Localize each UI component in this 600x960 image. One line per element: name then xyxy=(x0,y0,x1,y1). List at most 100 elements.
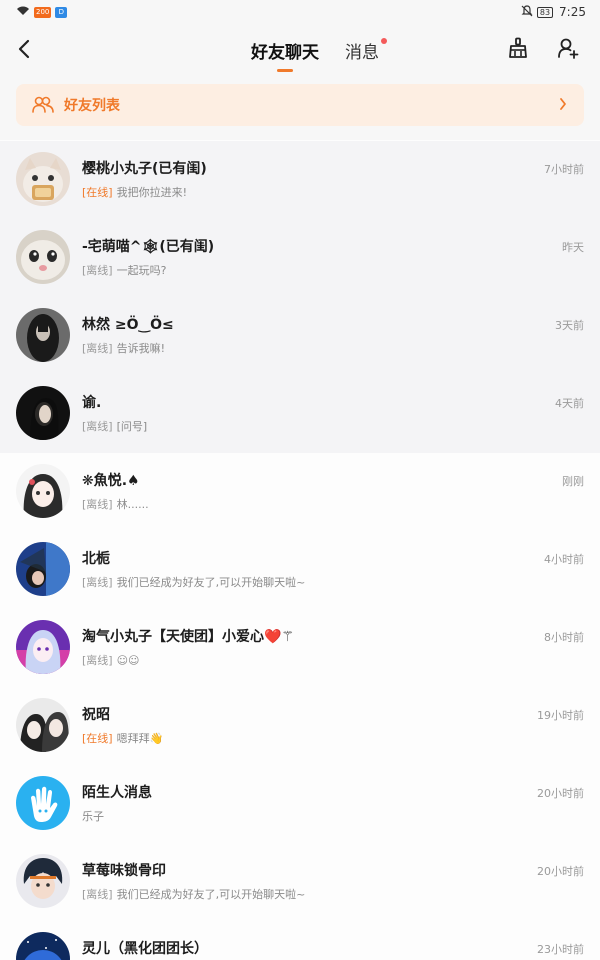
message-preview: 乐子 xyxy=(82,808,104,824)
message-text: 嗯拜拜👋 xyxy=(116,732,164,745)
message-time: 刚刚 xyxy=(562,475,584,488)
message-time: 昨天 xyxy=(562,241,584,254)
message-text: 我把你拉进来! xyxy=(116,186,188,199)
message-text: 一起玩吗? xyxy=(116,264,167,277)
message-time: 20小时前 xyxy=(537,865,584,878)
contact-name: 樱桃小丸子(已有闺) xyxy=(82,161,207,177)
app-badge: D xyxy=(55,6,68,18)
stranger-hand-avatar[interactable] xyxy=(16,776,70,830)
offline-status: [离线] xyxy=(82,342,113,355)
message-time: 19小时前 xyxy=(537,709,584,722)
contact-name: 草莓味锁骨印 xyxy=(82,863,166,879)
message-preview: [离线] 一起玩吗? xyxy=(82,262,166,278)
dark-hair-avatar[interactable] xyxy=(16,308,70,362)
battery-indicator: 83 xyxy=(536,6,554,18)
conversation-item[interactable]: 北栀 [离线] 我们已经成为好友了,可以开始聊天啦~ 4小时前 xyxy=(0,531,600,609)
contact-name: 北栀 xyxy=(82,551,110,567)
message-text: 林...... xyxy=(116,498,149,511)
message-text: [问号] xyxy=(116,420,148,433)
status-bar-right: 83 7:25 xyxy=(521,4,586,20)
friends-icon xyxy=(32,95,54,115)
online-status: [在线] xyxy=(82,186,113,199)
message-preview: [离线] 我们已经成为好友了,可以开始聊天啦~ xyxy=(82,886,305,902)
tab-label: 好友聊天 xyxy=(251,43,319,63)
contact-name: ❋魚悦.♠ xyxy=(82,473,140,489)
message-preview: [离线] 告诉我嘛! xyxy=(82,340,165,356)
message-time: 4天前 xyxy=(555,397,584,410)
message-text: 乐子 xyxy=(82,810,104,823)
status-bar: 200 D 83 7:25 xyxy=(0,0,600,24)
purple-anime-avatar[interactable] xyxy=(16,620,70,674)
message-text: 我们已经成为好友了,可以开始聊天啦~ xyxy=(116,576,306,589)
conversation-item[interactable]: 陌生人消息 乐子 20小时前 xyxy=(0,765,600,843)
conversation-item[interactable]: 灵儿（黑化团团长） 23小时前 xyxy=(0,921,600,960)
offline-status: [离线] xyxy=(82,420,113,433)
conversation-item[interactable]: -宅萌喵^🕸(已有闺) [离线] 一起玩吗? 昨天 xyxy=(0,219,600,297)
offline-status: [离线] xyxy=(82,498,113,511)
message-preview: [离线] 我们已经成为好友了,可以开始聊天啦~ xyxy=(82,574,305,590)
message-time: 23小时前 xyxy=(537,943,584,956)
active-tab-indicator xyxy=(277,69,293,72)
conversation-item[interactable]: ❋魚悦.♠ [离线] 林...... 刚刚 xyxy=(0,453,600,531)
conversation-item[interactable]: 樱桃小丸子(已有闺) [在线] 我把你拉进来! 7小时前 xyxy=(0,141,600,219)
contact-name: 谕. xyxy=(82,395,102,411)
message-time: 20小时前 xyxy=(537,787,584,800)
top-bar: 好友聊天 消息 xyxy=(0,24,600,74)
message-text: 告诉我嘛! xyxy=(116,342,166,355)
tab-label: 消息 xyxy=(345,43,379,63)
anime-boy-avatar[interactable] xyxy=(16,854,70,908)
friends-banner-container: 好友列表 xyxy=(0,74,600,140)
message-preview: [离线] [问号] xyxy=(82,418,147,434)
offline-status: [离线] xyxy=(82,888,113,901)
tab-friend-chat[interactable]: 好友聊天 xyxy=(251,24,319,74)
header-actions xyxy=(506,36,580,60)
contact-name: 林然 ≥Ö‿Ö≤ xyxy=(82,317,174,333)
add-friend-button[interactable] xyxy=(556,36,580,60)
message-time: 4小时前 xyxy=(544,553,584,566)
blue-umbrella-avatar[interactable] xyxy=(16,542,70,596)
unread-dot xyxy=(381,38,387,44)
message-text: 我们已经成为好友了,可以开始聊天啦~ xyxy=(116,888,306,901)
contact-name: 祝昭 xyxy=(82,707,110,723)
friends-list-label: 好友列表 xyxy=(64,98,120,114)
conversation-item[interactable]: 祝昭 [在线] 嗯拜拜👋 19小时前 xyxy=(0,687,600,765)
dark-portrait-avatar[interactable] xyxy=(16,386,70,440)
conversation-item[interactable]: 林然 ≥Ö‿Ö≤ [离线] 告诉我嘛! 3天前 xyxy=(0,297,600,375)
clock: 7:25 xyxy=(559,5,586,19)
contact-name: -宅萌喵^🕸(已有闺) xyxy=(82,239,215,255)
conversation-item[interactable]: 淘气小丸子【天使团】小爱心❤️⚚ [离线] ☺☺ 8小时前 xyxy=(0,609,600,687)
contact-name: 灵儿（黑化团团长） xyxy=(82,941,208,957)
anime-girl-avatar[interactable] xyxy=(16,464,70,518)
message-preview: [在线] 我把你拉进来! xyxy=(82,184,187,200)
add-user-icon xyxy=(558,38,579,59)
message-preview: [在线] 嗯拜拜👋 xyxy=(82,730,163,746)
cat-toast-avatar[interactable] xyxy=(16,152,70,206)
mute-bell-icon xyxy=(521,4,533,20)
conversation-list: 樱桃小丸子(已有闺) [在线] 我把你拉进来! 7小时前 -宅萌喵^🕸(已有闺) … xyxy=(0,141,600,960)
anime-pair-avatar[interactable] xyxy=(16,698,70,752)
online-status: [在线] xyxy=(82,732,113,745)
message-text: ☺☺ xyxy=(116,654,140,667)
contact-name: 淘气小丸子【天使团】小爱心❤️⚚ xyxy=(82,629,294,645)
conversation-item[interactable]: 草莓味锁骨印 [离线] 我们已经成为好友了,可以开始聊天啦~ 20小时前 xyxy=(0,843,600,921)
offline-status: [离线] xyxy=(82,264,113,277)
notification-badge: 200 xyxy=(34,6,52,18)
message-time: 7小时前 xyxy=(544,163,584,176)
message-time: 8小时前 xyxy=(544,631,584,644)
message-preview: [离线] ☺☺ xyxy=(82,652,140,668)
offline-status: [离线] xyxy=(82,576,113,589)
chevron-right-icon xyxy=(558,96,568,116)
contact-name: 陌生人消息 xyxy=(82,785,152,801)
conversation-item[interactable]: 谕. [离线] [问号] 4天前 xyxy=(0,375,600,453)
broom-icon xyxy=(509,37,527,58)
night-sky-avatar[interactable] xyxy=(16,932,70,960)
message-preview: [离线] 林...... xyxy=(82,496,149,512)
clean-button[interactable] xyxy=(506,36,530,60)
message-time: 3天前 xyxy=(555,319,584,332)
status-bar-left: 200 D xyxy=(16,5,68,19)
wifi-icon xyxy=(16,5,30,19)
cat-face-avatar[interactable] xyxy=(16,230,70,284)
offline-status: [离线] xyxy=(82,654,113,667)
friends-list-banner[interactable]: 好友列表 xyxy=(16,84,584,126)
tab-messages[interactable]: 消息 xyxy=(345,24,387,74)
